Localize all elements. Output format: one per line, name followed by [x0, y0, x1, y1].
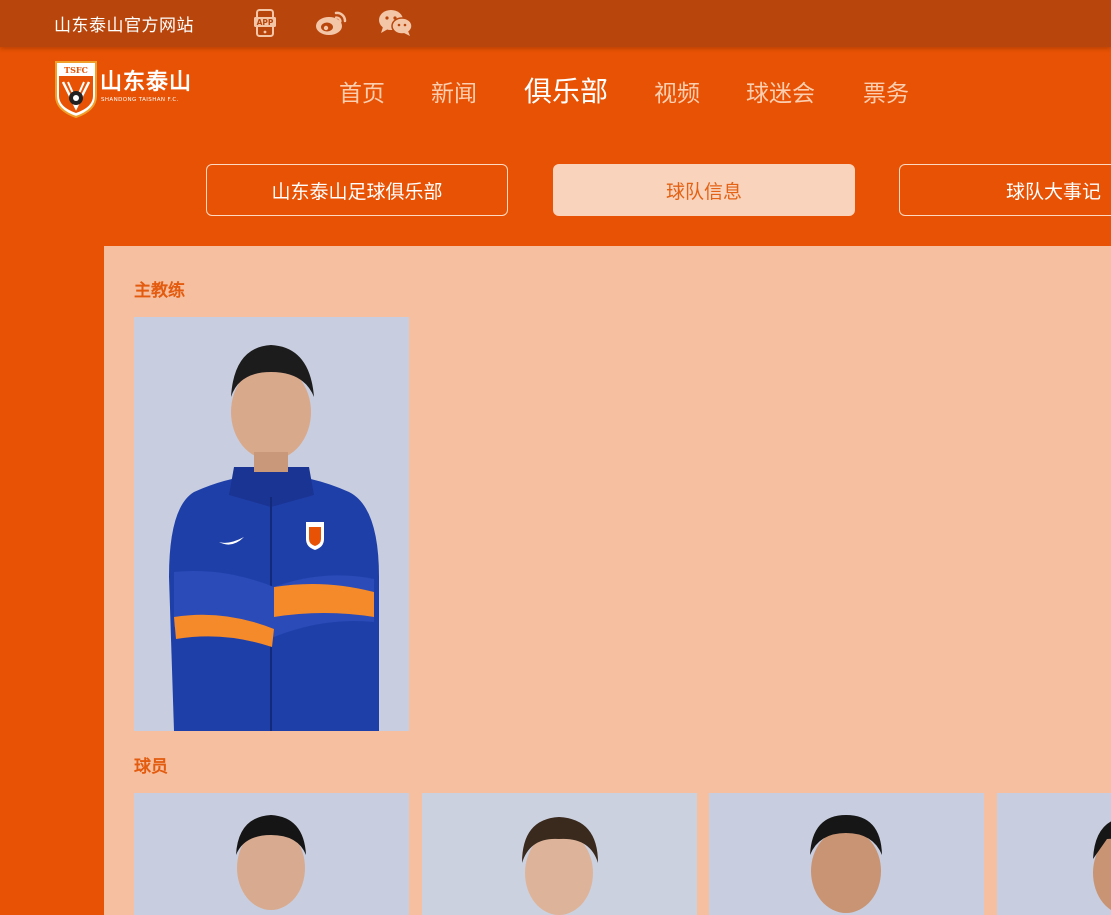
- player-photo[interactable]: [422, 793, 697, 915]
- tab-team-history[interactable]: 球队大事记: [899, 164, 1111, 216]
- weibo-icon[interactable]: [313, 8, 349, 38]
- nav-fan-club[interactable]: 球迷会: [746, 74, 815, 108]
- nav-news[interactable]: 新闻: [431, 74, 477, 108]
- player-photo[interactable]: [134, 793, 409, 915]
- player-photo[interactable]: [997, 793, 1111, 915]
- top-bar: 山东泰山官方网站 APP: [0, 0, 1111, 47]
- club-name[interactable]: 山东泰山: [100, 64, 192, 96]
- wechat-icon[interactable]: [376, 8, 414, 38]
- nav-tickets[interactable]: 票务: [863, 74, 909, 108]
- app-icon-label: APP: [257, 18, 274, 27]
- nav-home[interactable]: 首页: [339, 74, 385, 108]
- club-name-english: SHANDONG TAISHAN F.C.: [101, 97, 179, 103]
- head-coach-photo[interactable]: [134, 317, 409, 731]
- player-photo[interactable]: [709, 793, 984, 915]
- club-badge-icon: TSFC: [55, 61, 97, 118]
- tab-club-info[interactable]: 山东泰山足球俱乐部: [206, 164, 508, 216]
- app-icon[interactable]: APP: [252, 8, 278, 38]
- head-coach-title: 主教练: [134, 281, 185, 301]
- nav-video[interactable]: 视频: [654, 74, 700, 108]
- team-content-panel: 主教练 球员: [104, 246, 1111, 915]
- site-name[interactable]: 山东泰山官方网站: [54, 11, 194, 36]
- nav-club[interactable]: 俱乐部: [524, 70, 608, 110]
- tab-team-info[interactable]: 球队信息: [553, 164, 855, 216]
- svg-text:TSFC: TSFC: [64, 65, 88, 75]
- players-title: 球员: [134, 757, 168, 777]
